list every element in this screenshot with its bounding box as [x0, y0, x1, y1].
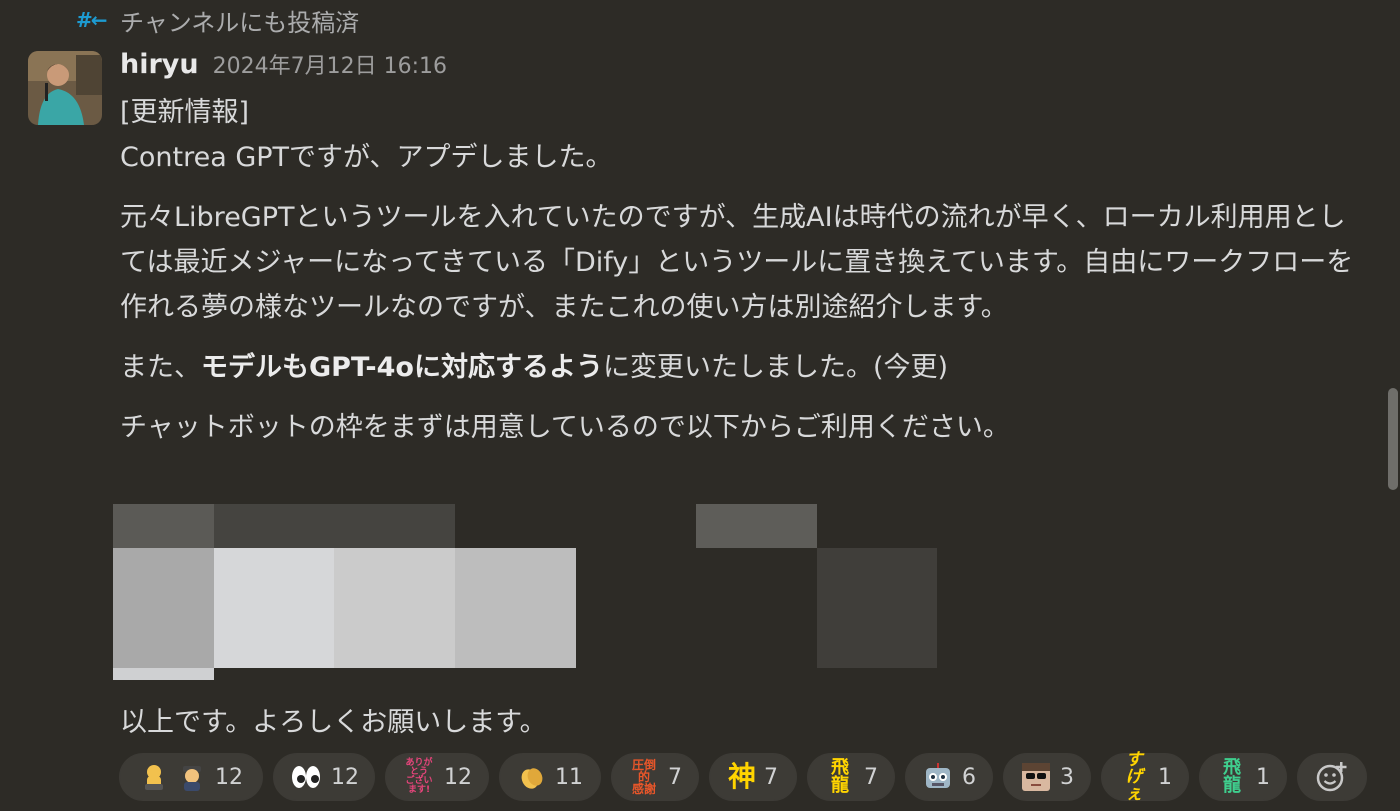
reaction-count: 12 [215, 764, 243, 790]
sugee-text-emoji-icon: すげぇ [1125, 749, 1143, 804]
reaction-kami[interactable]: 神 7 [709, 753, 797, 801]
also-sent-to-channel-note[interactable]: #← チャンネルにも投稿済 [76, 5, 360, 37]
reaction-clap[interactable]: 11 [499, 753, 601, 801]
reaction-hiryu-yellow[interactable]: 飛龍 7 [807, 753, 895, 801]
message-line-update-info: [更新情報] [120, 97, 250, 128]
reaction-count: 7 [764, 764, 778, 790]
model-pre-text: また、 [120, 352, 201, 383]
message-line-announcement: Contrea GPTですが、アプデしました。 [120, 142, 613, 173]
message-body: [更新情報] Contrea GPTですが、アプデしました。 元々LibreGP… [120, 90, 1370, 450]
reaction-count: 7 [864, 764, 878, 790]
redacted-links-area [113, 504, 943, 684]
reaction-sugee[interactable]: すげぇ 1 [1101, 749, 1189, 804]
hiryu-kanji-emoji-icon: 飛龍 [831, 757, 849, 796]
kami-text-emoji-icon: 神 [727, 760, 756, 793]
message-paragraph-chatbot: チャットボットの枠をまずは用意しているので以下からご利用ください。 [120, 412, 1010, 443]
reaction-count: 3 [1060, 764, 1074, 790]
reaction-count: 7 [668, 764, 682, 790]
scrollbar-thumb[interactable] [1388, 388, 1398, 490]
arigatou-text-emoji-icon: ありがとう ございます! [405, 758, 433, 795]
sunglasses-face-icon [1020, 761, 1052, 793]
reaction-eyes[interactable]: 12 [273, 753, 375, 801]
message-paragraph-dify: 元々LibreGPTというツールを入れていたのですが、生成AIは時代の流れが早く… [120, 202, 1354, 323]
reaction-count: 6 [962, 764, 976, 790]
reaction-count: 1 [1158, 764, 1172, 790]
reaction-robot[interactable]: 6 [905, 753, 993, 801]
eyes-icon [289, 762, 323, 792]
reactions-bar: 12 12 ありがとう ございます! 12 11 圧倒的 感謝 7 神 7 飛龍… [119, 749, 1367, 804]
hiryu-green-emoji-icon: 飛龍 [1223, 757, 1241, 796]
reaction-hiryu-green[interactable]: 飛龍 1 [1199, 753, 1287, 801]
appreciation-text-emoji-icon: 圧倒的 感謝 [631, 758, 656, 796]
hash-arrow-icon: #← [76, 8, 108, 32]
bowing-person-icon [139, 762, 169, 792]
message-view: #← チャンネルにも投稿済 hiryu 2024年7月12日 16:16 [更新… [0, 0, 1400, 811]
message-header: hiryu 2024年7月12日 16:16 [120, 48, 447, 86]
model-bold-text: モデルもGPT-4oに対応するよう [201, 352, 603, 383]
reaction-count: 12 [331, 764, 359, 790]
model-post-text: に変更いたしました。(今更) [602, 352, 949, 383]
author-name[interactable]: hiryu [120, 49, 199, 80]
reaction-sunglasses-face[interactable]: 3 [1003, 753, 1091, 801]
reaction-bowing-detective[interactable]: 12 [119, 753, 263, 801]
detective-icon [177, 762, 207, 792]
reaction-count: 11 [555, 764, 583, 790]
add-emoji-icon [1315, 761, 1349, 793]
reaction-appreciation[interactable]: 圧倒的 感謝 7 [611, 753, 699, 801]
reaction-count: 12 [444, 764, 472, 790]
avatar[interactable] [28, 51, 102, 125]
clapping-hands-icon [517, 762, 547, 792]
add-reaction-button[interactable] [1297, 753, 1367, 801]
reaction-arigatou[interactable]: ありがとう ございます! 12 [385, 753, 489, 801]
message-timestamp[interactable]: 2024年7月12日 16:16 [213, 48, 447, 80]
message-closing: 以上です。よろしくお願いします。 [120, 707, 547, 738]
reaction-count: 1 [1256, 764, 1270, 790]
robot-face-icon [922, 762, 954, 792]
also-sent-to-channel-text: チャンネルにも投稿済 [120, 8, 360, 37]
message-paragraph-model: また、モデルもGPT-4oに対応するように変更いたしました。(今更) [120, 345, 1370, 390]
